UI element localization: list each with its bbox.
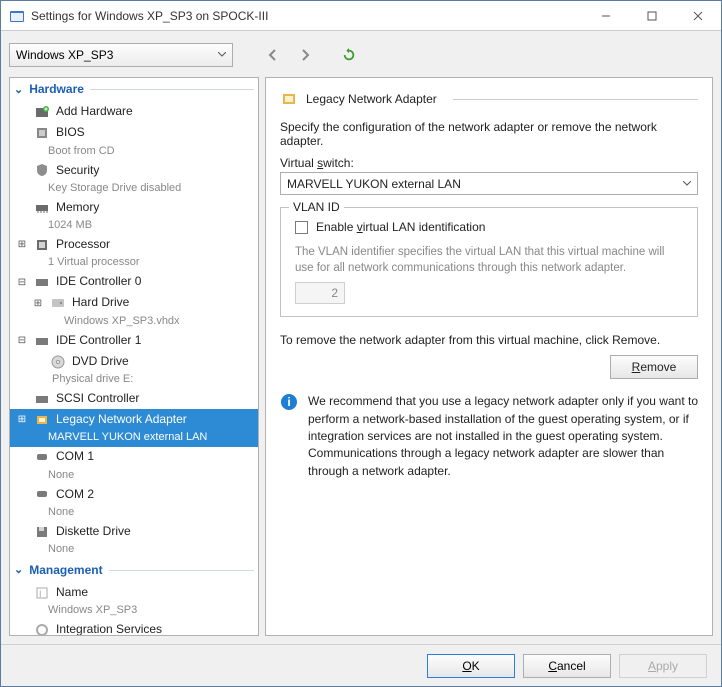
vm-selector-value: Windows XP_SP3 [16, 48, 113, 62]
virtual-switch-label: Virtual switch: [280, 156, 698, 170]
network-adapter-icon [280, 90, 298, 108]
apply-button: Apply [619, 654, 707, 678]
tree-name[interactable]: IName Windows XP_SP3 [10, 582, 258, 619]
serial-port-icon [34, 449, 50, 465]
tree-ide1[interactable]: ⊟IDE Controller 1 [10, 330, 258, 351]
virtual-switch-value: MARVELL YUKON external LAN [287, 177, 461, 191]
nav-forward-button[interactable] [293, 43, 317, 67]
vlan-hint: The VLAN identifier specifies the virtua… [295, 244, 683, 276]
settings-window: Settings for Windows XP_SP3 on SPOCK-III… [0, 0, 722, 687]
collapse-icon: ⌄ [14, 563, 23, 577]
detail-description: Specify the configuration of the network… [280, 120, 698, 148]
section-hardware[interactable]: ⌄ Hardware [10, 78, 258, 102]
tree-legacy-network-adapter[interactable]: ⊞Legacy Network Adapter MARVELL YUKON ex… [10, 409, 258, 446]
tree-bios[interactable]: BIOS Boot from CD [10, 123, 258, 160]
disc-icon [50, 354, 66, 370]
collapse-box-icon[interactable]: ⊟ [16, 334, 28, 347]
controller-icon [34, 391, 50, 407]
window-title: Settings for Windows XP_SP3 on SPOCK-III [31, 9, 583, 23]
svg-text:I: I [39, 589, 42, 599]
hdd-icon [50, 295, 66, 311]
expand-icon[interactable]: ⊞ [16, 238, 28, 251]
vlan-fieldset: VLAN ID Enable virtual LAN identificatio… [280, 207, 698, 317]
info-text: We recommend that you use a legacy netwo… [308, 393, 698, 480]
collapse-box-icon[interactable]: ⊟ [16, 276, 28, 289]
ok-button[interactable]: OK [427, 654, 515, 678]
add-hardware-icon [34, 104, 50, 120]
expand-icon[interactable]: ⊞ [32, 297, 44, 310]
settings-tree[interactable]: ⌄ Hardware Add Hardware BIOS Boot from C… [9, 77, 259, 636]
tree-hard-drive[interactable]: ⊞Hard Drive Windows XP_SP3.vhdx [10, 293, 258, 330]
chip-icon [34, 125, 50, 141]
tree-scsi[interactable]: SCSI Controller [10, 388, 258, 409]
vlan-id-input: 2 [295, 282, 345, 304]
controller-icon [34, 333, 50, 349]
tree-integration-services[interactable]: Integration Services Some services offer… [10, 619, 258, 636]
tree-add-hardware[interactable]: Add Hardware [10, 102, 258, 123]
detail-title: Legacy Network Adapter [306, 92, 437, 106]
section-management[interactable]: ⌄ Management [10, 559, 258, 583]
tree-security[interactable]: Security Key Storage Drive disabled [10, 160, 258, 197]
vm-selector-dropdown[interactable]: Windows XP_SP3 [9, 43, 233, 67]
vlan-legend: VLAN ID [289, 200, 344, 214]
refresh-button[interactable] [337, 43, 361, 67]
tree-dvd-drive[interactable]: DVD Drive Physical drive E: [10, 351, 258, 388]
tree-ide0[interactable]: ⊟IDE Controller 0 [10, 272, 258, 293]
dialog-button-bar: OK Cancel Apply [1, 644, 721, 686]
remove-description: To remove the network adapter from this … [280, 333, 698, 347]
virtual-switch-dropdown[interactable]: MARVELL YUKON external LAN [280, 172, 698, 195]
controller-icon [34, 274, 50, 290]
nav-back-button[interactable] [261, 43, 285, 67]
cancel-button[interactable]: Cancel [523, 654, 611, 678]
maximize-button[interactable] [629, 1, 675, 31]
toolbar: Windows XP_SP3 [9, 37, 713, 73]
close-button[interactable] [675, 1, 721, 31]
section-management-label: Management [29, 563, 102, 579]
minimize-button[interactable] [583, 1, 629, 31]
svg-text:i: i [287, 395, 290, 409]
chevron-down-icon [218, 52, 226, 58]
tree-com2[interactable]: COM 2 None [10, 484, 258, 521]
services-icon [34, 622, 50, 636]
vlan-enable-checkbox[interactable] [295, 221, 308, 234]
tree-com1[interactable]: COM 1 None [10, 447, 258, 484]
remove-button[interactable]: Remove [610, 355, 698, 379]
floppy-icon [34, 524, 50, 540]
tree-diskette[interactable]: Diskette Drive None [10, 521, 258, 558]
chevron-down-icon [683, 181, 691, 187]
title-bar: Settings for Windows XP_SP3 on SPOCK-III [1, 1, 721, 31]
tree-memory[interactable]: Memory 1024 MB [10, 197, 258, 234]
cpu-icon [34, 237, 50, 253]
memory-icon [34, 200, 50, 216]
info-icon: i [280, 393, 298, 411]
serial-port-icon [34, 486, 50, 502]
shield-icon [34, 162, 50, 178]
tree-processor[interactable]: ⊞Processor 1 Virtual processor [10, 234, 258, 271]
expand-icon[interactable]: ⊞ [16, 413, 28, 426]
network-adapter-icon [34, 412, 50, 428]
window-icon [9, 8, 25, 24]
detail-panel: Legacy Network Adapter Specify the confi… [265, 77, 713, 636]
collapse-icon: ⌄ [14, 83, 23, 97]
tag-icon: I [34, 585, 50, 601]
vlan-enable-label: Enable virtual LAN identification [316, 220, 485, 234]
section-hardware-label: Hardware [29, 82, 84, 98]
